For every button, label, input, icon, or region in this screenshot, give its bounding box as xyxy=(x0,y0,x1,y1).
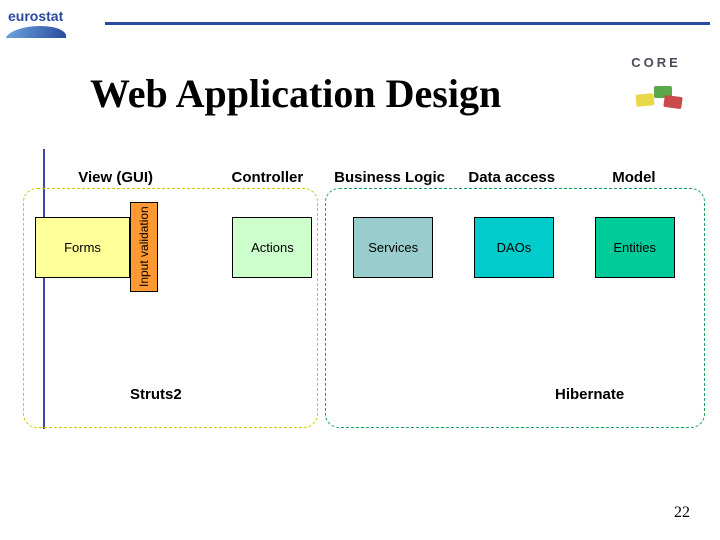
cell-view: Forms Input validation xyxy=(25,200,212,294)
header-controller: Controller xyxy=(206,165,328,190)
header-business: Business Logic xyxy=(328,165,450,190)
box-actions: Actions xyxy=(232,217,312,278)
box-entities: Entities xyxy=(595,217,675,278)
page-number: 22 xyxy=(674,504,690,522)
header-model: Model xyxy=(573,165,695,190)
cell-data: DAOs xyxy=(454,200,575,294)
region-label-struts2: Struts2 xyxy=(130,386,182,403)
logo-swoosh-icon xyxy=(6,26,70,38)
page-title: Web Application Design xyxy=(90,70,501,117)
box-services: Services xyxy=(353,217,433,278)
box-daos: DAOs xyxy=(474,217,554,278)
layer-headers: View (GUI) Controller Business Logic Dat… xyxy=(25,165,695,190)
cell-model: Entities xyxy=(574,200,695,294)
cell-business: Services xyxy=(333,200,454,294)
core-text: CORE xyxy=(606,55,706,70)
cell-controller: Actions xyxy=(212,200,333,294)
component-row: Forms Input validation Actions Services … xyxy=(25,200,695,294)
eurostat-logo: eurostat xyxy=(8,8,98,38)
logo-text: eurostat xyxy=(8,8,63,24)
header-rule xyxy=(105,22,710,25)
header-view: View (GUI) xyxy=(25,165,206,190)
architecture-diagram: View (GUI) Controller Business Logic Dat… xyxy=(25,165,695,455)
region-label-hibernate: Hibernate xyxy=(555,386,624,403)
lego-blocks-icon xyxy=(606,74,706,114)
box-forms: Forms xyxy=(35,217,130,278)
header-data: Data access xyxy=(451,165,573,190)
box-input-validation: Input validation xyxy=(130,202,158,292)
core-badge: CORE xyxy=(606,55,706,125)
